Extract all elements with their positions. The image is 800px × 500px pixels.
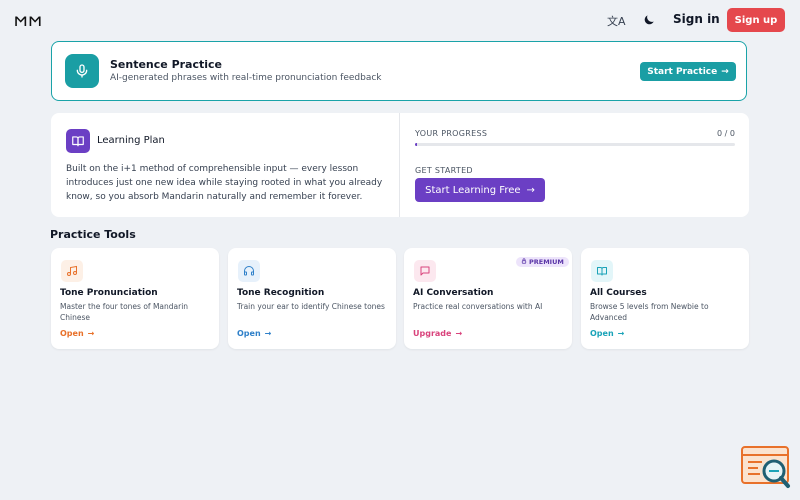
progress-label: YOUR PROGRESS [415, 129, 488, 138]
tool-description: Master the four tones of Mandarin Chines… [60, 302, 189, 322]
book-icon [66, 129, 90, 153]
moon-icon[interactable] [642, 13, 656, 27]
tool-open-link[interactable]: Open → [60, 329, 94, 338]
tool-link-label: Open [60, 329, 84, 338]
start-practice-label: Start Practice [647, 66, 718, 77]
tool-description: Train your ear to identify Chinese tones [237, 302, 385, 311]
arrow-right-icon: → [455, 329, 463, 338]
tool-card-tone-pronunciation[interactable]: Tone Pronunciation Master the four tones… [51, 248, 219, 349]
progress-bar [415, 143, 735, 146]
start-practice-button[interactable]: Start Practice → [640, 62, 736, 81]
sentence-practice-subtitle: AI-generated phrases with real-time pron… [110, 73, 382, 83]
arrow-right-icon: → [617, 329, 625, 338]
tool-open-link[interactable]: Open → [590, 329, 624, 338]
practice-tools-heading: Practice Tools [50, 228, 136, 241]
learning-plan-card: Learning Plan Built on the i+1 method of… [51, 113, 749, 217]
tool-upgrade-link[interactable]: Upgrade → [413, 329, 462, 338]
tool-title: Tone Recognition [237, 288, 325, 298]
tool-title: Tone Pronunciation [60, 288, 158, 298]
start-learning-label: Start Learning Free [425, 184, 521, 196]
tool-card-ai-conversation[interactable]: PREMIUM AI Conversation Practice real co… [404, 248, 572, 349]
sentence-practice-card: Sentence Practice AI-generated phrases w… [51, 41, 747, 101]
brand-logo[interactable]: 𐌼𐌼 [14, 11, 43, 31]
learning-plan-info: Learning Plan Built on the i+1 method of… [51, 113, 400, 217]
learning-plan-description: Built on the i+1 method of comprehensibl… [66, 164, 383, 202]
progress-count: 0 / 0 [717, 129, 735, 138]
music-note-icon [61, 260, 83, 282]
chat-bubble-icon [414, 260, 436, 282]
tool-link-label: Open [237, 329, 261, 338]
get-started-label: GET STARTED [415, 166, 473, 175]
tool-title: All Courses [590, 288, 647, 298]
premium-badge: PREMIUM [516, 257, 569, 267]
microphone-icon [65, 54, 99, 88]
tool-description: Browse 5 levels from Newbie to Advanced [590, 302, 709, 322]
top-navbar: 𐌼𐌼 文A Sign in Sign up [0, 0, 800, 40]
premium-badge-label: PREMIUM [529, 258, 564, 266]
arrow-right-icon: → [721, 66, 729, 77]
sign-in-link[interactable]: Sign in [673, 12, 720, 26]
tool-description: Practice real conversations with AI [413, 302, 543, 311]
sentence-practice-title: Sentence Practice [110, 58, 223, 71]
language-switch-button[interactable]: 文A [607, 13, 626, 29]
tool-link-label: Upgrade [413, 329, 452, 338]
start-learning-button[interactable]: Start Learning Free → [415, 178, 545, 202]
arrow-right-icon: → [526, 184, 535, 196]
sign-up-button[interactable]: Sign up [727, 8, 785, 32]
open-book-icon [591, 260, 613, 282]
tool-title: AI Conversation [413, 288, 494, 298]
tool-link-label: Open [590, 329, 614, 338]
lock-icon [521, 258, 527, 266]
tool-card-tone-recognition[interactable]: Tone Recognition Train your ear to ident… [228, 248, 396, 349]
arrow-right-icon: → [87, 329, 95, 338]
learning-plan-title: Learning Plan [97, 135, 165, 146]
search-window-icon[interactable] [740, 444, 792, 490]
progress-bar-fill [415, 143, 417, 146]
arrow-right-icon: → [264, 329, 272, 338]
tool-open-link[interactable]: Open → [237, 329, 271, 338]
tool-card-all-courses[interactable]: All Courses Browse 5 levels from Newbie … [581, 248, 749, 349]
headphones-icon [238, 260, 260, 282]
